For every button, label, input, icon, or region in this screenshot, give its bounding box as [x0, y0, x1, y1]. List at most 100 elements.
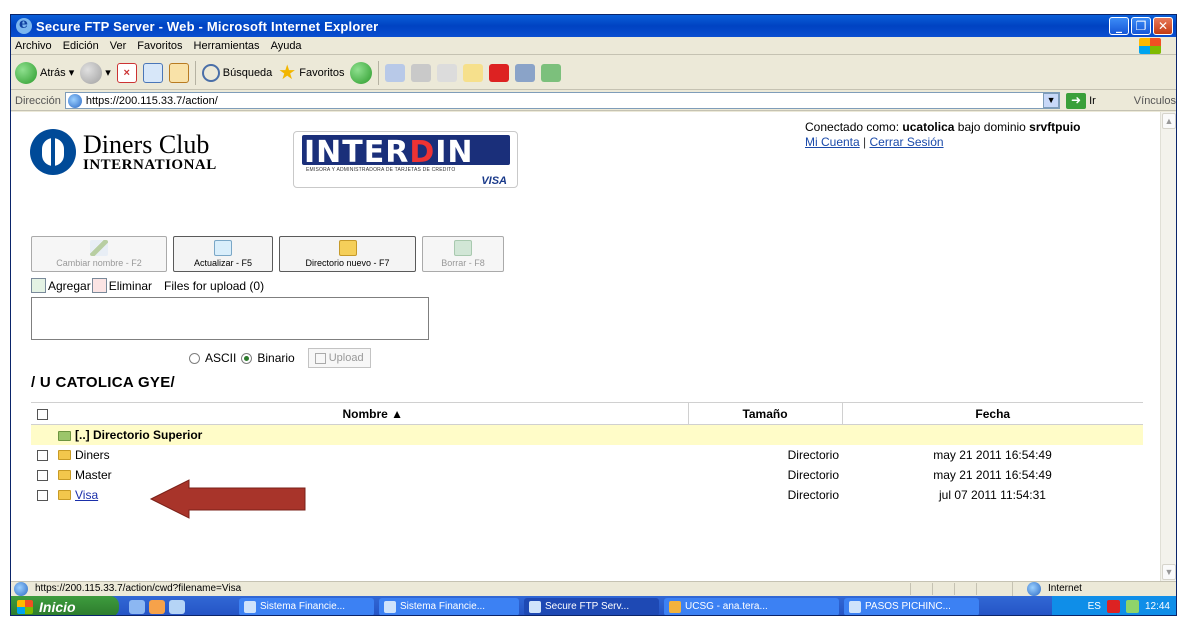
- home-icon[interactable]: [168, 62, 189, 83]
- diners-club-logo: Diners Club INTERNATIONAL: [30, 129, 217, 175]
- vertical-scrollbar[interactable]: ▲ ▼: [1160, 112, 1176, 581]
- file-name[interactable]: Diners: [75, 448, 110, 462]
- rename-button[interactable]: Cambiar nombre - F2: [31, 236, 167, 272]
- page-content: Diners Club INTERNATIONAL INTERDIN EMISO…: [11, 112, 1162, 581]
- remove-file-icon[interactable]: [91, 278, 107, 293]
- diners-subname: INTERNATIONAL: [83, 156, 217, 173]
- language-indicator[interactable]: ES: [1088, 601, 1101, 612]
- trash-icon: [454, 240, 472, 256]
- browser-toolbar: Atrás ▾ ▾ × Búsqueda ★ Favoritos: [11, 56, 1176, 90]
- stop-icon[interactable]: ×: [116, 62, 137, 83]
- upload-button[interactable]: Upload: [307, 348, 371, 368]
- zone-label: Internet: [1048, 583, 1082, 594]
- go-button[interactable]: ➜ Ir: [1066, 92, 1096, 109]
- add-file-icon[interactable]: [31, 278, 46, 293]
- address-input[interactable]: https://200.115.33.7/action/ ▼: [64, 92, 1061, 109]
- row-checkbox[interactable]: [37, 469, 48, 481]
- folder-icon[interactable]: [463, 63, 484, 82]
- desktop-quick-icon[interactable]: [169, 599, 185, 614]
- row-checkbox[interactable]: [37, 489, 48, 501]
- search-icon: [201, 63, 220, 82]
- file-name-link[interactable]: Visa: [75, 488, 98, 502]
- scroll-up-icon[interactable]: ▲: [1162, 113, 1176, 129]
- menu-ver[interactable]: Ver: [110, 40, 127, 52]
- ie-quick-icon[interactable]: [129, 599, 145, 614]
- binary-radio[interactable]: [241, 352, 253, 364]
- menu-herramientas[interactable]: Herramientas: [194, 40, 260, 52]
- history-icon[interactable]: [350, 61, 373, 84]
- back-button[interactable]: Atrás ▾: [15, 61, 74, 84]
- chevron-down-icon[interactable]: ▼: [1043, 93, 1060, 108]
- folder-icon: [58, 450, 71, 461]
- forward-button[interactable]: ▾: [80, 61, 111, 84]
- kaspersky-tray-icon[interactable]: [1106, 600, 1120, 613]
- add-file-link[interactable]: Agregar: [48, 279, 91, 293]
- windows-flag-icon: [1139, 38, 1161, 54]
- menu-favoritos[interactable]: Favoritos: [137, 40, 182, 52]
- parent-directory-row[interactable]: [..] Directorio Superior: [31, 424, 1143, 445]
- parent-directory-link[interactable]: [..] Directorio Superior: [75, 428, 202, 442]
- menu-ayuda[interactable]: Ayuda: [271, 40, 302, 52]
- menu-archivo[interactable]: Archivo: [15, 40, 52, 52]
- file-size: Directorio: [787, 447, 839, 462]
- page-icon: [67, 93, 82, 108]
- menu-edicion[interactable]: Edición: [63, 40, 99, 52]
- research-icon[interactable]: [515, 63, 536, 82]
- maximize-button[interactable]: ❐: [1131, 17, 1151, 35]
- new-directory-button[interactable]: Directorio nuevo - F7: [279, 236, 416, 272]
- search-button[interactable]: Búsqueda: [201, 63, 272, 82]
- kaspersky-icon[interactable]: [489, 63, 510, 82]
- session-user: ucatolica: [902, 120, 955, 134]
- close-button[interactable]: ✕: [1153, 17, 1173, 35]
- interdin-wordmark: INTERDIN: [304, 135, 474, 170]
- refresh-label: Actualizar - F5: [193, 258, 253, 268]
- favorites-label: Favoritos: [299, 66, 345, 79]
- firefox-icon: [669, 600, 681, 613]
- interdin-logo: INTERDIN EMISORA Y ADMINISTRADORA DE TAR…: [293, 131, 518, 188]
- session-domain: srvftpuio: [1029, 120, 1081, 134]
- select-all-checkbox[interactable]: [37, 408, 48, 420]
- minimize-button[interactable]: _: [1109, 17, 1129, 35]
- network-tray-icon[interactable]: [1125, 600, 1139, 613]
- task-secure-ftp[interactable]: Secure FTP Serv...: [524, 597, 659, 615]
- print-icon[interactable]: [411, 63, 432, 82]
- window-icon: [529, 600, 541, 613]
- upload-label: Upload: [328, 352, 364, 364]
- refresh-icon[interactable]: [142, 62, 163, 83]
- refresh-folder-icon: [214, 240, 232, 256]
- task-pasos-pichincha[interactable]: PASOS PICHINC...: [844, 597, 979, 615]
- messenger-icon[interactable]: [541, 63, 562, 82]
- address-label: Dirección: [15, 94, 61, 107]
- my-account-link[interactable]: Mi Cuenta: [805, 135, 860, 149]
- start-label: Inicio: [39, 598, 76, 615]
- size-column-header[interactable]: Tamaño: [688, 402, 843, 425]
- binary-label: Binario: [257, 351, 295, 365]
- logout-link[interactable]: Cerrar Sesión: [870, 135, 944, 149]
- go-arrow-icon: ➜: [1066, 92, 1087, 109]
- file-name[interactable]: Master: [75, 468, 112, 482]
- security-zone: Internet: [1012, 581, 1162, 596]
- edit-icon[interactable]: [437, 63, 458, 82]
- refresh-button[interactable]: Actualizar - F5: [173, 236, 273, 272]
- firefox-quick-icon[interactable]: [149, 599, 165, 614]
- favorites-button[interactable]: ★ Favoritos: [278, 63, 344, 83]
- links-button[interactable]: Vínculos: [1134, 95, 1176, 107]
- date-column-header[interactable]: Fecha: [842, 402, 1143, 425]
- transfer-mode: ASCII Binario Upload: [189, 348, 371, 368]
- system-tray: ES 12:44: [1052, 596, 1176, 615]
- delete-button[interactable]: Borrar - F8: [422, 236, 504, 272]
- task-ucsg[interactable]: UCSG - ana.tera...: [664, 597, 839, 615]
- go-label: Ir: [1089, 94, 1096, 107]
- upload-file-list[interactable]: [31, 297, 429, 340]
- table-header: Nombre ▲ Tamaño Fecha: [31, 402, 1143, 425]
- name-column-header[interactable]: Nombre ▲: [58, 402, 689, 425]
- ascii-radio[interactable]: [189, 352, 200, 364]
- row-checkbox[interactable]: [37, 449, 48, 461]
- task-sistema-financiero-1[interactable]: Sistema Financie...: [239, 597, 374, 615]
- folder-icon: [58, 470, 71, 481]
- start-button[interactable]: Inicio: [11, 596, 119, 615]
- mail-icon[interactable]: [385, 63, 406, 82]
- remove-file-link[interactable]: Eliminar: [109, 279, 152, 293]
- task-sistema-financiero-2[interactable]: Sistema Financie...: [379, 597, 519, 615]
- scroll-down-icon[interactable]: ▼: [1162, 564, 1176, 580]
